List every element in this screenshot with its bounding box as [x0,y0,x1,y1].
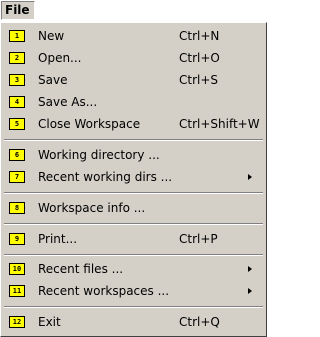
menu-separator [4,306,263,308]
menu-separator [4,139,263,141]
number-badge-icon: 9 [9,233,25,245]
menu-item-print[interactable]: 9 Print... Ctrl+P [3,228,264,250]
menu-item-shortcut: Ctrl+S [179,73,219,87]
number-badge-icon: 5 [9,118,25,130]
menu-item-label: Open... [38,51,82,65]
number-badge-icon: 6 [9,149,25,161]
menu-item-recent-working-dirs[interactable]: 7 Recent working dirs ... [3,166,264,188]
number-badge-icon: 2 [9,52,25,64]
submenu-arrow-icon [248,174,252,180]
menu-item-recent-files[interactable]: 10 Recent files ... [3,258,264,280]
menu-item-shortcut: Ctrl+O [179,51,220,65]
number-badge-icon: 1 [9,30,25,42]
number-badge-icon: 4 [9,96,25,108]
menu-item-label: Print... [38,232,78,246]
menu-item-label: Workspace info ... [38,201,146,215]
menu-item-shortcut: Ctrl+N [179,29,220,43]
number-badge-icon: 8 [9,202,25,214]
menu-item-working-directory[interactable]: 6 Working directory ... [3,144,264,166]
submenu-arrow-icon [248,266,252,272]
submenu-arrow-icon [248,288,252,294]
menu-separator [4,192,263,194]
menu-item-label: Working directory ... [38,148,160,162]
menu-item-workspace-info[interactable]: 8 Workspace info ... [3,197,264,219]
menu-item-close-workspace[interactable]: 5 Close Workspace Ctrl+Shift+W [3,113,264,135]
file-dropdown-menu: 1 New Ctrl+N 2 Open... Ctrl+O 3 Save Ctr… [0,22,267,337]
number-badge-icon: 3 [9,74,25,86]
menu-item-label: Recent working dirs ... [38,170,173,184]
menu-item-label: Recent workspaces ... [38,284,170,298]
number-badge-icon: 11 [9,285,25,297]
file-menu-button[interactable]: File [1,1,35,20]
menu-item-label: Recent files ... [38,262,124,276]
menu-bar: File [0,0,267,22]
menu-item-label: Save [38,73,68,87]
menu-item-label: New [38,29,65,43]
menu-item-save[interactable]: 3 Save Ctrl+S [3,69,264,91]
menu-item-new[interactable]: 1 New Ctrl+N [3,25,264,47]
menu-item-label: Save As... [38,95,98,109]
menu-item-shortcut: Ctrl+Shift+W [179,117,260,131]
number-badge-icon: 12 [9,316,25,328]
number-badge-icon: 10 [9,263,25,275]
menu-item-recent-workspaces[interactable]: 11 Recent workspaces ... [3,280,264,302]
menu-item-label: Close Workspace [38,117,141,131]
menu-item-exit[interactable]: 12 Exit Ctrl+Q [3,311,264,333]
menu-item-shortcut: Ctrl+Q [179,315,220,329]
menu-item-open[interactable]: 2 Open... Ctrl+O [3,47,264,69]
menu-separator [4,223,263,225]
menu-item-save-as[interactable]: 4 Save As... [3,91,264,113]
number-badge-icon: 7 [9,171,25,183]
menu-item-shortcut: Ctrl+P [179,232,218,246]
menu-separator [4,254,263,256]
menu-item-label: Exit [38,315,61,329]
